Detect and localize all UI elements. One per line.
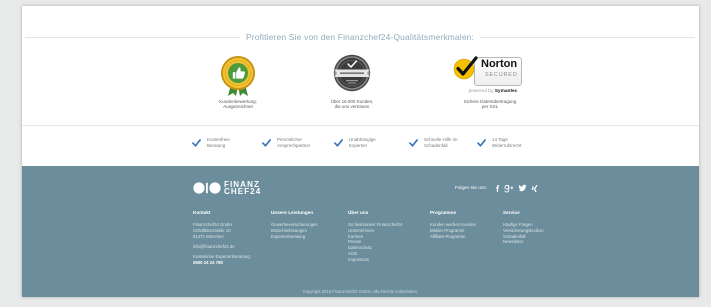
copyright-notice: Copyright 2015 Finanzchef24 GmbH. Alle R… [302,289,419,294]
caption-line: Ausgezeichnet [223,104,253,110]
quality-heading-row: Profitieren Sie von den Finanzchef24-Qua… [25,31,696,43]
norton-seal-frame: Norton SECURED [474,57,522,86]
symantec-label: Symantec [494,89,518,94]
footer-column-service: Service Häufige Fragen Versicherungslexi… [503,210,544,245]
customer-trust-seal-icon [333,54,371,92]
feature-label-line: Widerrufsrecht [492,142,522,148]
footer-column-heading: Kontakt [193,210,211,215]
caption-line: die uns vertrauen [334,104,370,110]
norton-check-icon [453,56,478,80]
ssl-caption: Sichere Datenübertragung per SSL [445,99,535,109]
finanzchef24-logo[interactable]: FINANZ CHEF24 [193,181,262,196]
contact-email: info@finanzchef24.de [193,244,251,250]
footer-link[interactable]: So funktioniert Finanzchef24 [348,222,402,228]
caption-line: per SSL [481,104,499,110]
logo-mark-icon [193,182,221,194]
footer-link[interactable]: Expertenberatung [271,234,318,240]
footer-link[interactable]: Versicherungslexikon [503,228,544,234]
contact-address: Finanzchef24 GmbH Schäftlarnstraße 10 81… [193,222,251,239]
check-icon [334,139,343,147]
feature-label: Unabhängige Experten [349,137,376,148]
footer-column-about: Über uns So funktioniert Finanzchef24 Un… [348,210,402,263]
feature-label-line: Unabhängige [349,137,376,142]
feature-label-line: Kostenfreie [207,137,230,142]
footer-link[interactable]: Impressum [348,257,402,263]
customer-trust-caption: Über 16.000 Kunden, die uns vertrauen [307,99,397,109]
address-line: 81371 München [193,233,224,239]
check-icon [192,139,201,147]
footer-column-contact: Kontakt Finanzchef24 GmbH Schäftlarnstra… [193,210,251,270]
logo-line: CHEF24 [224,187,262,196]
check-icon [477,139,486,147]
contact-hotline: Kostenlose Expertenberatung: 0800 24 24 … [193,254,251,266]
site-footer: FINANZ CHEF24 Folgen Sie uns: Kontakt Fi… [22,166,699,297]
feature-item: Unabhängige Experten [334,137,376,148]
social-follow: Folgen Sie uns: [455,183,538,193]
norton-secured-seal[interactable]: Norton SECURED powered by Symantec [453,56,533,96]
section-divider [22,125,699,126]
feature-label: Kostenfreie Beratung [207,137,230,148]
feature-label-line: Schnelle Hilfe im [424,137,458,142]
hotline-phone-link[interactable]: 0800 24 24 780 [193,260,251,266]
check-icon [262,139,271,147]
check-icon [409,139,418,147]
feature-label: 14 Tage Widerrufsrecht [492,137,521,148]
feature-item: Kostenfreie Beratung [192,137,230,148]
twitter-icon[interactable] [518,184,527,192]
footer-column-programs: Programme Kunden werben Kunden Makler-Pr… [430,210,476,239]
footer-column-heading: Unsere Leistungen [271,210,314,215]
google-plus-icon[interactable] [504,184,514,193]
customer-rating-caption: Kundenbewertung: Ausgezeichnet [193,99,283,109]
powered-by-label: powered by [468,89,494,94]
footer-column-heading: Service [503,210,520,215]
footer-link[interactable]: Kunden werben Kunden [430,222,476,228]
feature-label-line: Experten [349,142,368,148]
logo-wordmark: FINANZ CHEF24 [224,181,262,196]
feature-item: Schnelle Hilfe im Schadenfall [409,137,458,148]
feature-label: Schnelle Hilfe im Schadenfall [424,137,458,148]
follow-label: Folgen Sie uns: [455,185,487,190]
xing-icon[interactable] [531,184,538,193]
feature-label-line: Beratung [207,142,226,148]
norton-brand: Norton [481,58,518,70]
feature-item: 14 Tage Widerrufsrecht [477,137,521,148]
page-card: Profitieren Sie von den Finanzchef24-Qua… [22,6,699,297]
footer-link[interactable]: Newsletter [503,239,544,245]
quality-heading: Profitieren Sie von den Finanzchef24-Qua… [245,32,475,42]
feature-label-line: Ansprechpartner [277,142,311,148]
norton-secured-label: SECURED [485,72,518,78]
heading-divider-right [480,36,696,38]
footer-column-services: Unsere Leistungen Gewerbeversicherungen … [271,210,318,239]
feature-item: Persönlicher Ansprechpartner [262,137,310,148]
heading-divider-left [25,36,240,38]
feature-label-line: Schadenfall [424,142,448,148]
feature-label: Persönlicher Ansprechpartner [277,137,310,148]
footer-link[interactable]: Affiliate-Programm [430,234,476,240]
footer-column-heading: Programme [430,210,457,215]
facebook-icon[interactable] [495,184,500,193]
customer-rating-seal-icon [221,56,255,96]
contact-email-link[interactable]: info@finanzchef24.de [193,244,251,250]
footer-column-heading: Über uns [348,210,369,215]
footer-link[interactable]: Gewerbeversicherungen [271,222,318,228]
norton-powered-by: powered by Symantec [453,89,533,95]
